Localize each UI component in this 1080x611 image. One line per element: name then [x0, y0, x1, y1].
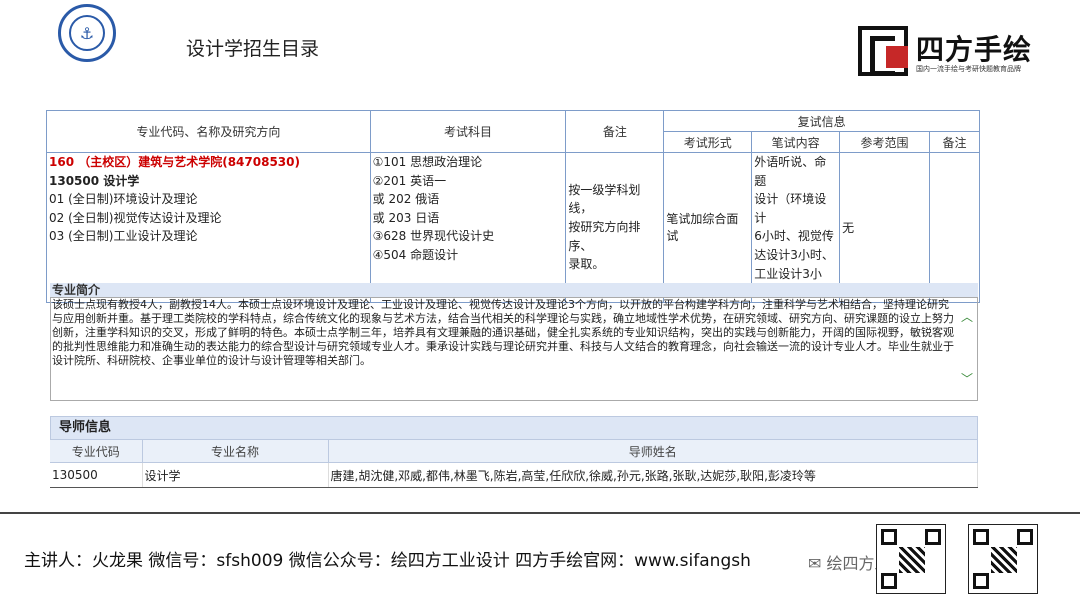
qr-finder [1017, 529, 1033, 545]
written-line: 工业设计3小 [754, 266, 822, 281]
footer-text: 主讲人：火龙果 微信号：sfsh009 微信公众号：绘四方工业设计 四方手绘官网… [24, 551, 751, 571]
notes-line: 录取。 [568, 257, 605, 272]
tutor-code: 130500 [50, 462, 143, 488]
retest-notes-cell [929, 152, 980, 303]
written-line: 设计（环境设计 [754, 192, 827, 225]
anchor-icon: ⚓ [69, 15, 105, 51]
tutor-table: 专业代码 专业名称 导师姓名 130500 设计学 唐建,胡沈健,邓威,都伟,林… [50, 440, 978, 488]
retest-scope-cell: 无 [839, 152, 930, 303]
tutor-header-name: 专业名称 [142, 440, 329, 463]
tutor-section-title: 导师信息 [50, 416, 978, 440]
col-header-retest: 复试信息 [663, 110, 980, 132]
notes-cell: 按一级学科划线， 按研究方向排序、 录取。 [565, 152, 665, 303]
qr-finder [881, 573, 897, 589]
footer-divider [0, 512, 1080, 514]
school-name: 160 （主校区）建筑与艺术学院(84708530) [49, 155, 300, 169]
subject-item: 或 203 日语 [372, 210, 440, 225]
subjects-cell: ①101 思想政治理论 ②201 英语一 或 202 俄语 或 203 日语 ③… [369, 152, 567, 303]
col-header-retest-scope: 参考范围 [839, 131, 930, 153]
direction-item: 02 (全日制)视觉传达设计及理论 [49, 210, 222, 225]
qr-pattern [991, 547, 1017, 573]
subject-item: ②201 英语一 [372, 173, 447, 188]
col-header-subjects: 考试科目 [369, 110, 567, 153]
notes-line: 按研究方向排序、 [568, 220, 641, 253]
col-header-retest-notes: 备注 [929, 131, 980, 153]
brand-subtitle: 国内一流手绘与考研快题教育品牌 [916, 65, 1021, 73]
brand-logo: 四方手绘 国内一流手绘与考研快题教育品牌 [858, 22, 1058, 82]
col-header-retest-written: 笔试内容 [751, 131, 841, 153]
intro-title: 专业简介 [50, 283, 978, 297]
qr-code-2 [968, 524, 1038, 594]
scroll-down-icon[interactable]: ﹀ [961, 372, 973, 386]
col-header-major: 专业代码、名称及研究方向 [46, 110, 371, 153]
page-title: 设计学招生目录 [186, 38, 320, 60]
subject-item: ①101 思想政治理论 [372, 155, 483, 169]
col-header-notes: 备注 [565, 110, 665, 153]
subject-item: 或 202 俄语 [372, 192, 440, 207]
table-row: 130500 设计学 唐建,胡沈健,邓威,都伟,林墨飞,陈岩,高莹,任欣欣,徐威… [50, 462, 978, 488]
tutor-header-code: 专业代码 [50, 440, 143, 463]
qr-pattern [899, 547, 925, 573]
qr-code-1 [876, 524, 946, 594]
university-logo: ⚓ [58, 4, 116, 62]
written-line: 外语听说、命题 [754, 155, 827, 188]
tutor-header-tutors: 导师姓名 [328, 440, 978, 463]
subject-item: ③628 世界现代设计史 [372, 229, 495, 244]
tutor-names: 唐建,胡沈健,邓威,都伟,林墨飞,陈岩,高莹,任欣欣,徐威,孙元,张路,张耿,达… [328, 462, 978, 488]
written-line: 达设计3小时、 [754, 247, 834, 262]
qr-finder [973, 529, 989, 545]
brand-name: 四方手绘 [916, 33, 1033, 66]
tutor-major: 设计学 [142, 462, 329, 488]
notes-line: 按一级学科划线， [568, 182, 641, 216]
major-name: 130500 设计学 [49, 173, 140, 188]
scroll-up-icon[interactable]: ︿ [961, 310, 973, 324]
direction-item: 01 (全日制)环境设计及理论 [49, 192, 198, 207]
direction-item: 03 (全日制)工业设计及理论 [49, 229, 198, 244]
wechat-icon: ✉ [808, 554, 822, 573]
written-line: 6小时、视觉传 [754, 229, 834, 244]
brand-mark-icon [858, 26, 908, 76]
catalog-table: 专业代码、名称及研究方向 考试科目 备注 复试信息 考试形式 笔试内容 参考范围… [46, 110, 980, 303]
qr-finder [925, 529, 941, 545]
qr-finder [973, 573, 989, 589]
retest-form-cell: 笔试加综合面试 [663, 152, 753, 303]
col-header-retest-form: 考试形式 [663, 131, 753, 153]
retest-written-cell: 外语听说、命题 设计（环境设计 6小时、视觉传 达设计3小时、 工业设计3小 时… [751, 152, 841, 303]
qr-finder [881, 529, 897, 545]
intro-text: 该硕士点现有教授4人，副教授14人。本硕士点设环境设计及理论、工业设计及理论、视… [52, 298, 954, 367]
major-cell: 160 （主校区）建筑与艺术学院(84708530) 130500 设计学 01… [46, 152, 371, 303]
subject-item: ④504 命题设计 [372, 247, 459, 262]
intro-textarea[interactable]: 该硕士点现有教授4人，副教授14人。本硕士点设环境设计及理论、工业设计及理论、视… [50, 297, 978, 401]
